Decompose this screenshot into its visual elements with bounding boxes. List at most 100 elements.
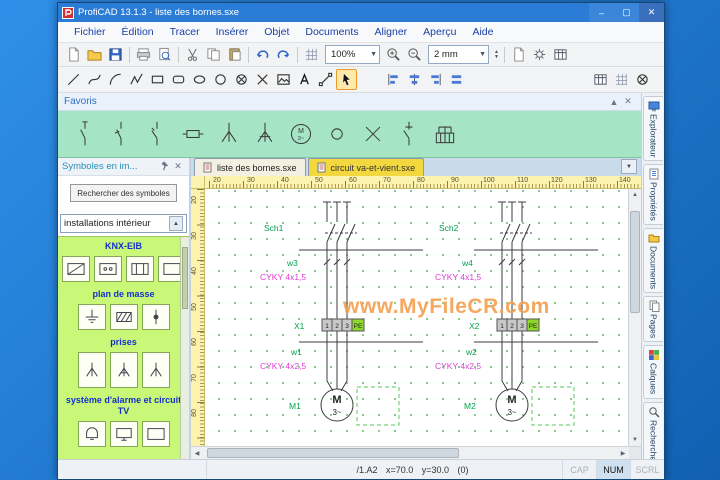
favorite-symbol-resistor[interactable] xyxy=(180,118,206,150)
symbol-cell[interactable] xyxy=(141,352,170,388)
cross-tool[interactable] xyxy=(252,69,273,90)
zoom-out-button[interactable] xyxy=(404,44,425,65)
panel-tab-documents[interactable]: Documents xyxy=(643,228,663,294)
menu-objet[interactable]: Objet xyxy=(256,26,297,38)
node-tool[interactable] xyxy=(315,69,336,90)
zoom-in-button[interactable] xyxy=(383,44,404,65)
close-icon[interactable]: ✕ xyxy=(621,96,635,107)
undo-button[interactable] xyxy=(252,44,273,65)
align-right-button[interactable] xyxy=(425,69,446,90)
favorite-symbol-contact-nc[interactable] xyxy=(108,118,134,150)
menu-fichier[interactable]: Fichier xyxy=(66,26,114,38)
close-icon[interactable]: ✕ xyxy=(171,161,185,172)
category-dropdown[interactable]: installations intérieur ▲ xyxy=(60,214,187,233)
panel-tab-recherche[interactable]: Recherche xyxy=(643,401,663,465)
scroll-right-icon[interactable]: ▶ xyxy=(617,447,629,459)
maximize-icon[interactable]: ▢ xyxy=(614,3,639,22)
zoom-combo[interactable]: 100% ▼ xyxy=(325,45,380,64)
symbol-cell[interactable] xyxy=(93,256,122,282)
grid-size-spinner[interactable]: ▲ ▼ xyxy=(494,49,499,60)
align-center-button[interactable] xyxy=(404,69,425,90)
tab-circuit-va-et-vient[interactable]: circuit va-et-vient.sxe xyxy=(307,158,425,176)
new-button[interactable] xyxy=(63,44,84,65)
menu-aide[interactable]: Aide xyxy=(464,26,501,38)
panel-tab-proprietes[interactable]: Propriétés xyxy=(643,164,663,226)
favorite-symbol-circle[interactable] xyxy=(324,118,350,150)
polyline-tool[interactable] xyxy=(126,69,147,90)
symbol-cell[interactable] xyxy=(77,304,106,330)
circle-cross-tool[interactable] xyxy=(231,69,252,90)
table-button[interactable] xyxy=(550,44,571,65)
search-symbols-button[interactable]: Rechercher des symboles xyxy=(70,184,177,202)
line-tool[interactable] xyxy=(63,69,84,90)
symbol-cell[interactable] xyxy=(109,352,138,388)
bezier-tool[interactable] xyxy=(84,69,105,90)
image-tool[interactable] xyxy=(273,69,294,90)
scroll-up-icon[interactable]: ▲ xyxy=(629,189,641,201)
scrollbar-thumb[interactable] xyxy=(207,448,459,458)
close-icon[interactable]: ✕ xyxy=(639,3,664,22)
text-tool[interactable] xyxy=(294,69,315,90)
ellipse-tool[interactable] xyxy=(189,69,210,90)
sidebar-scrollbar[interactable] xyxy=(180,237,189,459)
menu-documents[interactable]: Documents xyxy=(297,26,366,38)
menu-inserer[interactable]: Insérer xyxy=(208,26,257,38)
minimize-icon[interactable]: – xyxy=(589,3,614,22)
panel-tab-explorateur[interactable]: Explorateur xyxy=(643,96,663,162)
scrollbar-track[interactable] xyxy=(629,201,641,434)
arc-tool[interactable] xyxy=(105,69,126,90)
symbol-cell[interactable] xyxy=(141,421,170,447)
drawing-canvas[interactable]: Sch1 w3 CYKY 4x1,5 X1 1 2 3 PE w1 CYKY 4… xyxy=(205,189,628,446)
select-arrow-tool[interactable] xyxy=(336,69,357,90)
options-button[interactable] xyxy=(529,44,550,65)
panel-tab-pages[interactable]: Pages xyxy=(643,296,663,343)
symbols-table-button[interactable] xyxy=(590,69,611,90)
symbol-cell[interactable] xyxy=(109,421,138,447)
vertical-scrollbar[interactable]: ▲ ▼ xyxy=(628,189,641,446)
symbol-cell[interactable] xyxy=(77,352,106,388)
favorite-symbol-breaker[interactable] xyxy=(396,118,422,150)
menu-tracer[interactable]: Tracer xyxy=(162,26,208,38)
symbol-cell[interactable] xyxy=(77,421,106,447)
favorite-symbol-cross[interactable] xyxy=(360,118,386,150)
menu-apercu[interactable]: Aperçu xyxy=(415,26,464,38)
symbol-cell[interactable] xyxy=(125,256,154,282)
favorite-symbol-motor[interactable]: M 3~ xyxy=(288,118,314,150)
open-button[interactable] xyxy=(84,44,105,65)
grid-size-combo[interactable]: 2 mm ▼ xyxy=(428,45,489,64)
favorite-symbol-switch[interactable] xyxy=(144,118,170,150)
same-size-button[interactable] xyxy=(446,69,467,90)
tab-liste-des-bornes[interactable]: liste des bornes.sxe xyxy=(194,158,306,176)
favorite-symbol-connector[interactable] xyxy=(432,118,458,150)
copy-button[interactable] xyxy=(203,44,224,65)
scrollbar-thumb[interactable] xyxy=(182,247,188,309)
tab-overflow-button[interactable]: ▼ xyxy=(621,159,637,174)
symbol-cell[interactable] xyxy=(61,256,90,282)
scroll-left-icon[interactable]: ◀ xyxy=(191,447,203,459)
rectangle-tool[interactable] xyxy=(147,69,168,90)
align-left-button[interactable] xyxy=(383,69,404,90)
menu-edition[interactable]: Édition xyxy=(114,26,162,38)
scrollbar-thumb[interactable] xyxy=(630,211,640,313)
redo-button[interactable] xyxy=(273,44,294,65)
no-symbol-button[interactable] xyxy=(632,69,653,90)
favorite-symbol-socket-earthed[interactable] xyxy=(252,118,278,150)
grid-settings-button[interactable] xyxy=(611,69,632,90)
rounded-rectangle-tool[interactable] xyxy=(168,69,189,90)
cut-button[interactable] xyxy=(182,44,203,65)
scroll-down-icon[interactable]: ▼ xyxy=(629,434,641,446)
favorite-symbol-socket[interactable] xyxy=(216,118,242,150)
page-setup-button[interactable] xyxy=(508,44,529,65)
grid-toggle-button[interactable] xyxy=(301,44,322,65)
symbol-cell[interactable] xyxy=(109,304,138,330)
print-preview-button[interactable] xyxy=(154,44,175,65)
pin-icon[interactable] xyxy=(157,160,171,174)
panel-tab-calques[interactable]: Calques xyxy=(643,345,663,399)
favorite-symbol-contact-no[interactable] xyxy=(72,118,98,150)
chevron-up-icon[interactable]: ▲ xyxy=(169,216,183,231)
circle-tool[interactable] xyxy=(210,69,231,90)
horizontal-scrollbar[interactable]: ◀ ▶ xyxy=(191,446,641,459)
chevron-up-icon[interactable]: ▲ xyxy=(607,97,621,107)
symbol-cell[interactable] xyxy=(141,304,170,330)
print-button[interactable] xyxy=(133,44,154,65)
